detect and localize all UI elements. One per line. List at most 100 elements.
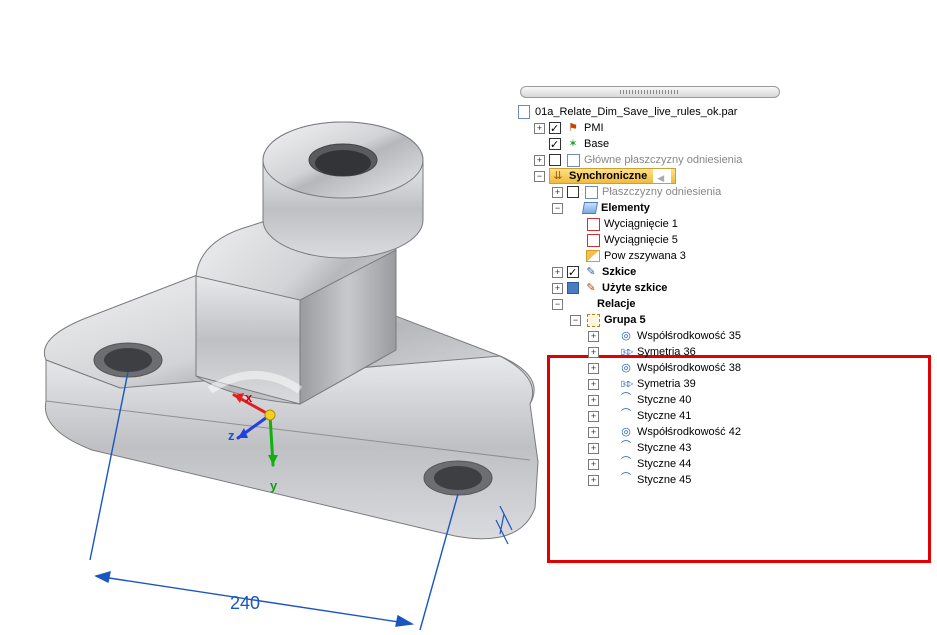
elements-icon (582, 201, 598, 215)
tree-item-group5[interactable]: − Grupa 5 (516, 312, 916, 328)
tree-item-extrude5[interactable]: Wyciągnięcie 5 (516, 232, 916, 248)
group-icon (585, 313, 601, 327)
tree-label: Płaszczyzny odniesienia (602, 184, 721, 200)
expand-icon[interactable]: + (588, 411, 599, 422)
chevron-left-icon[interactable] (653, 169, 671, 183)
tree-label: Szkice (602, 264, 636, 280)
expand-icon[interactable]: + (588, 459, 599, 470)
tree-label: Styczne 40 (637, 392, 691, 408)
tree-label: Użyte szkice (602, 280, 667, 296)
axis-y-label: y (270, 478, 277, 493)
concentric-icon (618, 329, 634, 343)
concentric-icon (618, 425, 634, 439)
pmi-icon: ⚑ (565, 121, 581, 135)
tree-item-relation[interactable]: + Styczne 45 (516, 472, 916, 488)
tree-label: Symetria 36 (637, 344, 696, 360)
expand-icon[interactable]: + (588, 475, 599, 486)
tree-item-relation[interactable]: + Symetria 39 (516, 376, 916, 392)
collapse-icon[interactable]: − (552, 203, 563, 214)
tree-label: Symetria 39 (637, 376, 696, 392)
expand-icon[interactable]: + (552, 187, 563, 198)
extrude-icon (585, 217, 601, 231)
tree-root[interactable]: 01a_Relate_Dim_Save_live_rules_ok.par (516, 104, 916, 120)
tree-item-main-ref-planes[interactable]: + Główne płaszczyzny odniesienia (516, 152, 916, 168)
tree-item-base[interactable]: ✶ Base (516, 136, 916, 152)
tree-label: Wyciągnięcie 1 (604, 216, 678, 232)
tree-item-sync-ref-planes[interactable]: + Płaszczyzny odniesienia (516, 184, 916, 200)
tree-item-extrude1[interactable]: Wyciągnięcie 1 (516, 216, 916, 232)
sync-icon: ⇊ (550, 169, 566, 183)
expand-icon[interactable]: + (588, 347, 599, 358)
axis-x-label: x (245, 390, 252, 405)
tangent-icon (618, 440, 634, 454)
expand-icon[interactable]: + (552, 283, 563, 294)
tree-item-relation[interactable]: + Współśrodkowość 38 (516, 360, 916, 376)
expand-icon[interactable]: + (588, 395, 599, 406)
tree-item-relation[interactable]: + Styczne 40 (516, 392, 916, 408)
dimension-value[interactable]: 240 (230, 593, 260, 614)
collapse-icon[interactable]: − (552, 299, 563, 310)
tree-label: Grupa 5 (604, 312, 646, 328)
tree-label: Styczne 41 (637, 408, 691, 424)
coordinate-system-icon: ✶ (565, 137, 581, 151)
concentric-icon (618, 361, 634, 375)
visibility-checkbox[interactable] (549, 138, 561, 150)
tangent-icon (618, 456, 634, 470)
tree-label: Relacje (597, 296, 636, 312)
tree-label: Base (584, 136, 609, 152)
tree-item-synchronous[interactable]: − ⇊ Synchroniczne (516, 168, 916, 184)
tree-item-relation[interactable]: + Styczne 41 (516, 408, 916, 424)
tree-label: Styczne 44 (637, 456, 691, 472)
expand-icon[interactable]: + (588, 443, 599, 454)
expand-icon[interactable]: + (588, 427, 599, 438)
visibility-checkbox[interactable] (549, 122, 561, 134)
tree-label: Współśrodkowość 35 (637, 328, 741, 344)
tree-item-relation[interactable]: + Symetria 36 (516, 344, 916, 360)
tree-item-relation[interactable]: + Współśrodkowość 42 (516, 424, 916, 440)
expand-icon[interactable]: + (552, 267, 563, 278)
panel-grip[interactable] (520, 86, 780, 98)
tree-label: Synchroniczne (569, 168, 647, 184)
model-viewport[interactable]: x y z 240 (0, 0, 555, 635)
axis-z-label: z (228, 428, 235, 443)
tree-label: Styczne 45 (637, 472, 691, 488)
tree-item-pmi[interactable]: + ⚑ PMI (516, 120, 916, 136)
tangent-icon (618, 392, 634, 406)
visibility-checkbox[interactable] (567, 186, 579, 198)
collapse-icon[interactable]: − (570, 315, 581, 326)
tree-label: Współśrodkowość 42 (637, 424, 741, 440)
part-file-icon (516, 105, 532, 119)
used-sketch-icon: ✎ (583, 281, 599, 295)
stitched-surface-icon (585, 249, 601, 263)
tree-item-relation[interactable]: + Styczne 43 (516, 440, 916, 456)
expand-icon[interactable]: + (534, 155, 545, 166)
tree-label: PMI (584, 120, 604, 136)
tree-item-used-sketches[interactable]: + ✎ Użyte szkice (516, 280, 916, 296)
tree-label: Współśrodkowość 38 (637, 360, 741, 376)
tree-item-stitched3[interactable]: Pow zszywana 3 (516, 248, 916, 264)
tangent-icon (618, 408, 634, 422)
visibility-checkbox[interactable] (567, 282, 579, 294)
tree-item-elements[interactable]: − Elementy (516, 200, 916, 216)
tree-item-sketches[interactable]: + ✎ Szkice (516, 264, 916, 280)
tree-label: Główne płaszczyzny odniesienia (584, 152, 742, 168)
tree-item-relation[interactable]: + Styczne 44 (516, 456, 916, 472)
expand-icon[interactable]: + (588, 379, 599, 390)
planes-icon (583, 185, 599, 199)
tree-label: Elementy (601, 200, 650, 216)
expand-icon[interactable]: + (588, 331, 599, 342)
symmetry-icon (618, 377, 634, 391)
tree-label: Styczne 43 (637, 440, 691, 456)
tree-label: Wyciągnięcie 5 (604, 232, 678, 248)
symmetry-icon (618, 345, 634, 359)
extrude-icon (585, 233, 601, 247)
tree-item-relation[interactable]: + Współśrodkowość 35 (516, 328, 916, 344)
expand-icon[interactable]: + (534, 123, 545, 134)
collapse-icon[interactable]: − (534, 171, 545, 182)
expand-icon[interactable]: + (588, 363, 599, 374)
feature-tree[interactable]: 01a_Relate_Dim_Save_live_rules_ok.par + … (516, 104, 916, 488)
tree-root-label: 01a_Relate_Dim_Save_live_rules_ok.par (535, 104, 737, 120)
tree-item-relations[interactable]: − Relacje (516, 296, 916, 312)
visibility-checkbox[interactable] (549, 154, 561, 166)
visibility-checkbox[interactable] (567, 266, 579, 278)
